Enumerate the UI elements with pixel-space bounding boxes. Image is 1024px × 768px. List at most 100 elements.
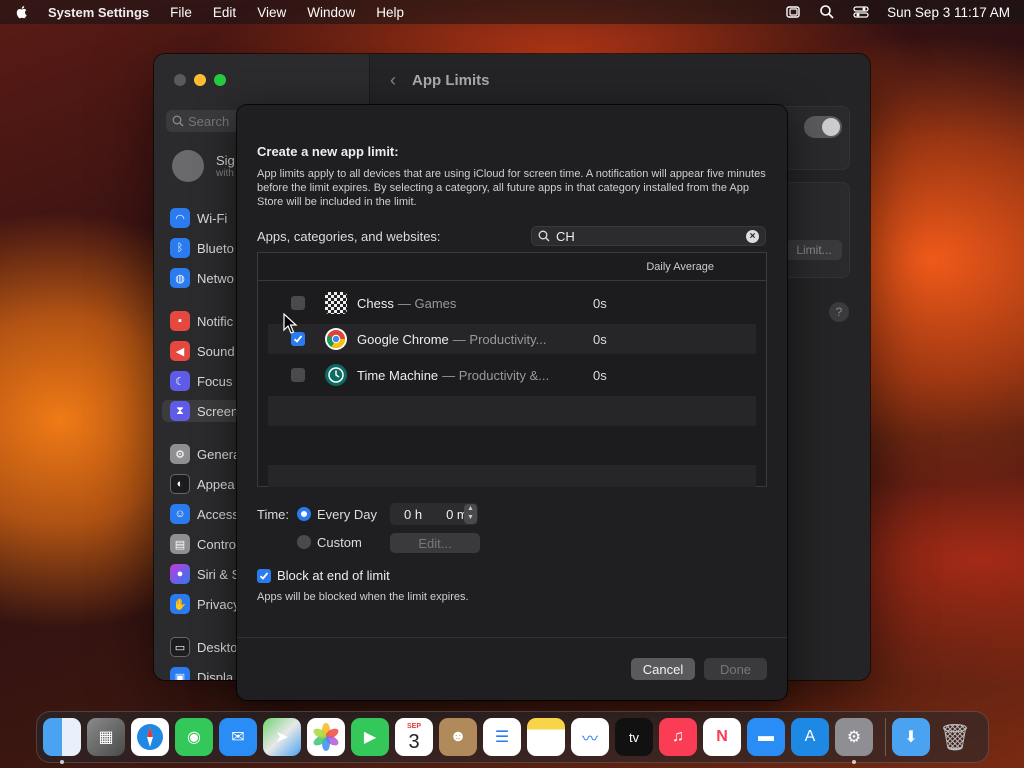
system-settings-icon[interactable]: ⚙ [835,718,873,764]
app-name-menu[interactable]: System Settings [48,5,149,20]
dock-icon: ▭ [170,637,190,657]
app-limits-toggle[interactable] [804,116,842,138]
every-day-label[interactable]: Every Day [317,507,377,522]
facetime-icon[interactable]: ▶ [351,718,389,756]
daily-average: 0s [593,295,607,311]
menu-edit[interactable]: Edit [213,5,236,20]
help-button[interactable]: ? [829,302,849,322]
app-store-icon[interactable]: A [791,718,829,756]
keynote-icon[interactable]: ▬ [747,718,785,756]
calendar-icon[interactable]: SEP 3 [395,718,433,756]
block-at-end-row[interactable]: Block at end of limit [257,568,390,583]
spotlight-search-icon[interactable] [819,4,835,20]
search-placeholder: Search [188,113,230,129]
music-icon[interactable]: ♫ [659,718,697,756]
menu-window[interactable]: Window [307,5,355,20]
column-daily-average[interactable]: Daily Average [646,261,714,273]
apple-tv-icon[interactable]: tv [615,718,653,756]
app-filter-field[interactable]: × [531,226,766,246]
sidebar-item-label: Privacy [197,596,240,612]
sheet-description: App limits apply to all devices that are… [257,168,766,208]
stepper-arrows-icon[interactable]: ▲ ▼ [464,504,477,524]
sidebar-item-general[interactable]: ⚙ Genera [170,443,240,465]
news-icon[interactable]: N [703,718,741,756]
sidebar-item-siri[interactable]: ● Siri & S [170,563,240,585]
time-machine-checkbox[interactable] [291,368,305,382]
cancel-button[interactable]: Cancel [631,658,695,680]
maps-icon[interactable]: ➤ [263,718,301,756]
custom-label[interactable]: Custom [317,535,362,550]
mail-icon[interactable]: ✉ [219,718,257,756]
edit-custom-button[interactable]: Edit... [390,533,480,553]
messages-icon[interactable]: ◉ [175,718,213,756]
block-at-end-checkbox[interactable] [257,568,271,583]
safari-icon[interactable] [131,718,169,756]
time-machine-app-icon [325,364,347,386]
photos-icon[interactable] [307,718,345,756]
tv-label: tv [628,729,640,745]
notes-icon[interactable] [527,718,565,756]
stage-manager-icon[interactable] [785,4,801,20]
control-center-icon[interactable] [853,4,869,20]
sidebar-item-accessibility[interactable]: ☺ Access [170,503,239,525]
back-chevron-icon[interactable]: ‹ [390,70,396,91]
sidebar-item-wifi[interactable]: ◠ Wi-Fi [170,207,227,229]
time-stepper[interactable]: 0 h 0 m ▲ ▼ [390,503,478,525]
app-filter-input[interactable] [556,228,736,244]
trash-icon[interactable]: 🗑 [936,718,974,756]
clear-search-icon[interactable]: × [746,230,759,243]
sheet-title: Create a new app limit: [257,144,399,159]
sidebar-item-privacy[interactable]: ✋ Privacy [170,593,240,615]
downloads-folder-icon[interactable]: ⬇ [892,718,930,756]
sidebar-item-label: Notific [197,313,234,329]
sidebar-item-label: Genera [197,446,241,462]
hours-field[interactable]: 0 h [404,507,422,522]
reminders-icon[interactable]: ☰ [483,718,521,756]
apps-list: Daily Average Chess — Games 0s Google Chr… [257,252,767,487]
every-day-radio[interactable] [297,507,311,521]
freeform-icon[interactable]: 〰 [571,718,609,756]
done-button[interactable]: Done [704,658,767,680]
list-item-time-machine[interactable]: Time Machine — Productivity &... 0s [268,360,756,390]
menu-file[interactable]: File [170,5,192,20]
app-name: Chess [357,295,394,311]
minimize-button[interactable] [194,74,206,86]
sidebar-item-label: Siri & S [197,566,241,582]
account-row[interactable]: Sig with [172,150,235,182]
account-title: Sig [216,153,235,168]
sidebar-item-notifications[interactable]: ▪ Notific [170,310,233,332]
add-limit-button[interactable]: Limit... [786,240,842,260]
menu-help[interactable]: Help [376,5,404,20]
chess-app-icon [325,292,347,314]
app-category: — Productivity &... [442,367,550,383]
sidebar-item-bluetooth[interactable]: ᛒ Blueto [170,237,234,259]
sidebar-item-displays[interactable]: ▣ Displa [170,666,233,680]
sidebar-item-label: Blueto [197,240,234,256]
sidebar-item-control-center[interactable]: ▤ Contro [170,533,236,555]
apple-menu-icon[interactable] [14,4,30,20]
sidebar-item-label: Sound [197,343,235,359]
contacts-icon[interactable]: ☻ [439,718,477,756]
sidebar-item-focus[interactable]: ☾ Focus [170,370,232,392]
checkmark-icon [293,335,303,343]
dock: ▦ ◉ ✉ ➤ ▶ SEP 3 ☻ ☰ 〰 tv ♫ N ▬ A ⚙ ⬇ 🗑 [36,711,989,764]
gear-icon: ⚙ [170,444,190,464]
finder-icon[interactable] [43,718,81,764]
sidebar-item-network[interactable]: ◍ Netwo [170,267,234,289]
list-item-chess[interactable]: Chess — Games 0s [268,288,756,318]
list-item-google-chrome[interactable]: Google Chrome — Productivity... 0s [268,324,756,354]
sidebar-item-appearance[interactable]: ◐ Appea [170,473,235,495]
custom-radio[interactable] [297,535,311,549]
launchpad-icon[interactable]: ▦ [87,718,125,756]
chess-checkbox[interactable] [291,296,305,310]
close-button[interactable] [174,74,186,86]
menubar-clock[interactable]: Sun Sep 3 11:17 AM [887,5,1010,20]
search-icon [538,230,550,242]
sidebar-item-sound[interactable]: ◀ Sound [170,340,235,362]
menu-view[interactable]: View [257,5,286,20]
sidebar-item-desktop[interactable]: ▭ Deskto [170,636,237,658]
zoom-button[interactable] [214,74,226,86]
account-subtitle: with [216,168,234,179]
block-at-end-label[interactable]: Block at end of limit [277,568,390,583]
page-title: App Limits [412,71,490,89]
